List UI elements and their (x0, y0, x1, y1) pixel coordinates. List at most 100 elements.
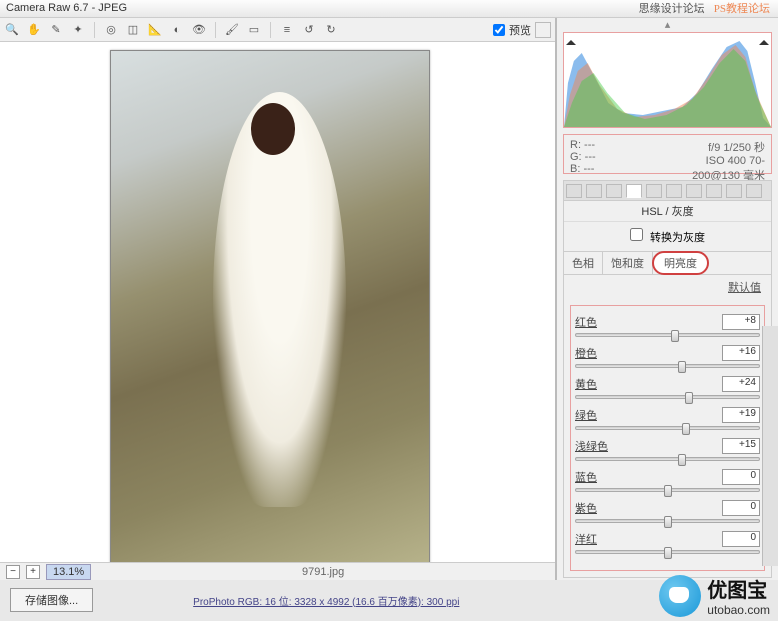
slider-3: 绿色+19 (575, 407, 760, 430)
subtab-saturation[interactable]: 饱和度 (603, 252, 653, 274)
utobao-watermark: 优图宝 utobao.com (659, 574, 770, 617)
subtab-luminance[interactable]: 明亮度 (652, 251, 709, 275)
slider-thumb[interactable] (671, 330, 679, 342)
left-pane: 🔍 ✋ ✎ ✦ ◎ ◫ 📐 ◐ 👁 🖌 ▭ ≡ ↺ ↻ 预览 (0, 18, 556, 580)
tab-curve-icon[interactable] (586, 184, 602, 198)
eyedropper-icon[interactable]: ✎ (48, 22, 64, 38)
slider-value[interactable]: 0 (722, 500, 760, 516)
grayscale-checkbox[interactable] (630, 228, 643, 241)
slider-value[interactable]: +16 (722, 345, 760, 361)
graduated-filter-icon[interactable]: ▭ (246, 22, 262, 38)
watermark-top: 思缘设计论坛 PS教程论坛 (639, 0, 770, 16)
slider-thumb[interactable] (664, 485, 672, 497)
slider-value[interactable]: 0 (722, 469, 760, 485)
slider-2: 黄色 +24 (575, 376, 760, 399)
slider-label: 蓝色 (575, 469, 597, 485)
preview-checkbox[interactable] (493, 24, 505, 36)
main-layout: 🔍 ✋ ✎ ✦ ◎ ◫ 📐 ◐ 👁 🖌 ▭ ≡ ↺ ↻ 预览 (0, 18, 778, 580)
crop-icon[interactable]: ◫ (125, 22, 141, 38)
subtab-hue[interactable]: 色相 (564, 252, 603, 274)
slider-track[interactable] (575, 550, 760, 554)
slider-value[interactable]: +19 (722, 407, 760, 423)
slider-7: 洋红 0 (575, 531, 760, 554)
tab-calib-icon[interactable] (706, 184, 722, 198)
watermark-ps: PS教程论坛 (714, 3, 770, 15)
filename-label: 9791.jpg (302, 566, 344, 578)
slider-track[interactable] (575, 426, 760, 430)
slider-group: 红色+8橙色+16黄色+24绿色+19浅绿色+15蓝色0紫色0洋红0 (570, 305, 765, 571)
slider-thumb[interactable] (682, 423, 690, 435)
default-link[interactable]: 默认值 (564, 275, 771, 299)
grayscale-label: 转换为灰度 (650, 232, 705, 244)
preview-label: 预览 (509, 22, 531, 38)
slider-value[interactable]: 0 (722, 531, 760, 547)
spot-removal-icon[interactable]: ◐ (169, 22, 185, 38)
slider-track[interactable] (575, 488, 760, 492)
slider-track[interactable] (575, 519, 760, 523)
utobao-en: utobao.com (707, 603, 770, 617)
tab-basic-icon[interactable] (566, 184, 582, 198)
rotate-cw-icon[interactable]: ↻ (323, 22, 339, 38)
info-g: G: --- (570, 151, 668, 163)
slider-label: 红色 (575, 314, 597, 330)
tab-split-icon[interactable] (646, 184, 662, 198)
slider-track[interactable] (575, 364, 760, 368)
rotate-ccw-icon[interactable]: ↺ (301, 22, 317, 38)
tab-lens-icon[interactable] (666, 184, 682, 198)
slider-track[interactable] (575, 395, 760, 399)
slider-thumb[interactable] (664, 516, 672, 528)
slider-5: 蓝色 0 (575, 469, 760, 492)
prefs-icon[interactable]: ≡ (279, 22, 295, 38)
tab-fx-icon[interactable] (686, 184, 702, 198)
slider-thumb[interactable] (678, 361, 686, 373)
sampler-icon[interactable]: ✦ (70, 22, 86, 38)
info-exposure: f/9 1/250 秒 (668, 139, 766, 155)
slider-6: 紫色0 (575, 500, 760, 523)
target-adjust-icon[interactable]: ◎ (103, 22, 119, 38)
status-bar: − + 13.1% 9791.jpg (0, 562, 555, 580)
panel-scrollbar[interactable] (762, 326, 778, 566)
watermark-cn: 思缘设计论坛 (639, 3, 705, 15)
slider-value[interactable]: +24 (722, 376, 760, 392)
straighten-icon[interactable]: 📐 (147, 22, 163, 38)
hand-tool-icon[interactable]: ✋ (26, 22, 42, 38)
workflow-link[interactable]: ProPhoto RGB: 16 位: 3328 x 4992 (16.6 百万… (193, 593, 459, 608)
fullscreen-icon[interactable] (535, 22, 551, 38)
slider-thumb[interactable] (664, 547, 672, 559)
slider-track[interactable] (575, 457, 760, 461)
tab-snap-icon[interactable] (746, 184, 762, 198)
panel-title: HSL / 灰度 (564, 201, 771, 222)
slider-label: 洋红 (575, 531, 597, 547)
tab-hsl-icon[interactable] (626, 184, 642, 198)
slider-thumb[interactable] (685, 392, 693, 404)
slider-1: 橙色+16 (575, 345, 760, 368)
zoom-level[interactable]: 13.1% (46, 564, 91, 580)
exif-info: R: --- G: --- B: --- f/9 1/250 秒 ISO 400… (563, 134, 772, 174)
save-image-button[interactable]: 存储图像... (10, 588, 93, 612)
zoom-tool-icon[interactable]: 🔍 (4, 22, 20, 38)
slider-thumb[interactable] (678, 454, 686, 466)
slider-value[interactable]: +15 (722, 438, 760, 454)
toolbar: 🔍 ✋ ✎ ✦ ◎ ◫ 📐 ◐ 👁 🖌 ▭ ≡ ↺ ↻ 预览 (0, 18, 555, 42)
slider-label: 黄色 (575, 376, 597, 392)
utobao-logo-icon (659, 575, 701, 617)
redeye-icon[interactable]: 👁 (191, 22, 207, 38)
tab-presets-icon[interactable] (726, 184, 742, 198)
panel-tabs (563, 180, 772, 200)
slider-track[interactable] (575, 333, 760, 337)
tab-detail-icon[interactable] (606, 184, 622, 198)
slider-label: 浅绿色 (575, 438, 608, 454)
collapse-arrow-icon[interactable]: ▴ (557, 18, 778, 30)
info-b: B: --- (570, 163, 668, 175)
adjustment-brush-icon[interactable]: 🖌 (224, 22, 240, 38)
info-iso: ISO 400 70-200@130 毫米 (668, 155, 766, 183)
toolbar-separator (270, 22, 271, 38)
histogram[interactable] (563, 32, 772, 128)
zoom-out-button[interactable]: − (6, 565, 20, 579)
toolbar-separator (94, 22, 95, 38)
zoom-in-button[interactable]: + (26, 565, 40, 579)
slider-value[interactable]: +8 (722, 314, 760, 330)
image-canvas[interactable] (0, 42, 555, 562)
slider-4: 浅绿色 +15 (575, 438, 760, 461)
info-r: R: --- (570, 139, 668, 151)
